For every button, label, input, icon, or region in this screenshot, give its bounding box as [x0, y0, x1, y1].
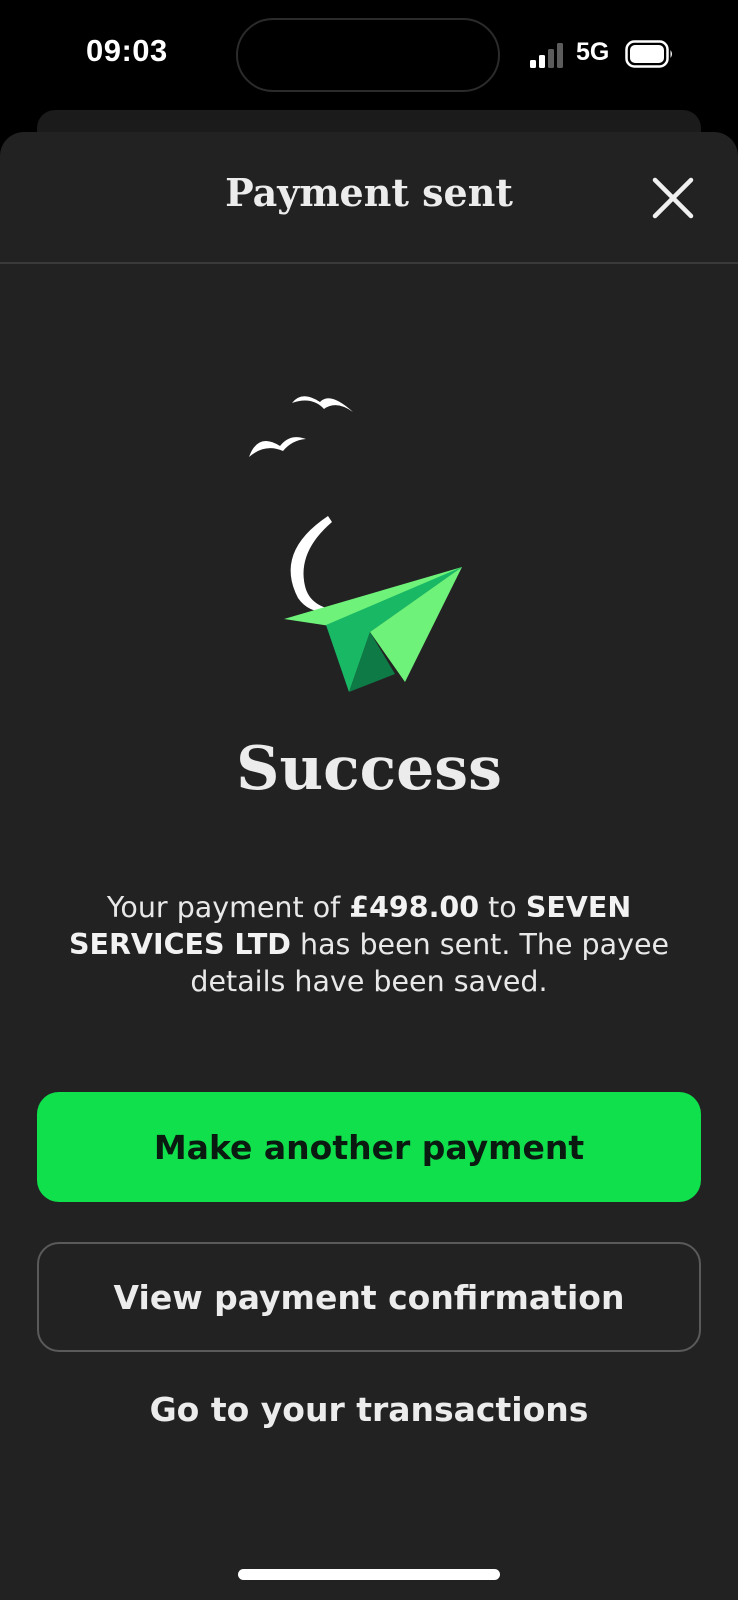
home-indicator[interactable]: [238, 1569, 500, 1580]
status-bar: 09:03 5G: [0, 0, 738, 108]
signal-icon: [530, 40, 566, 68]
close-icon[interactable]: [648, 173, 698, 223]
sheet-header: Payment sent: [0, 132, 738, 264]
view-payment-confirmation-button[interactable]: View payment confirmation: [37, 1242, 701, 1352]
dynamic-island: [236, 18, 500, 92]
network-label: 5G: [576, 38, 610, 66]
message-prefix: Your payment of: [106, 891, 350, 924]
message-middle: to: [479, 891, 526, 924]
battery-icon: [625, 40, 672, 68]
payment-amount: £498.00: [349, 891, 480, 924]
payment-sent-sheet: Payment sent Success Your payment of £49…: [0, 132, 738, 1600]
status-time: 09:03: [86, 33, 168, 68]
confirmation-message: Your payment of £498.00 to SEVEN SERVICE…: [50, 889, 688, 1000]
sheet-title: Payment sent: [225, 170, 513, 215]
bird-icon: [292, 396, 353, 412]
make-another-payment-button[interactable]: Make another payment: [37, 1092, 701, 1202]
bird-icon: [249, 437, 306, 457]
go-to-transactions-link[interactable]: Go to your transactions: [0, 1390, 738, 1429]
trail-swoosh: [290, 516, 341, 613]
success-heading: Success: [236, 734, 502, 804]
paper-plane-icon: [249, 396, 462, 692]
